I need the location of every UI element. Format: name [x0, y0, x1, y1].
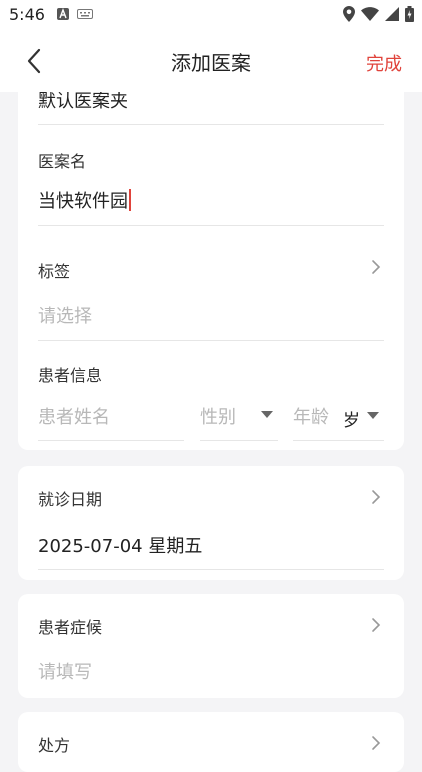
age-unit-select[interactable]: 岁: [343, 406, 360, 431]
status-time: 5:46: [9, 5, 45, 24]
case-name-value: 当快软件园: [38, 191, 128, 212]
divider: [38, 124, 384, 125]
divider: [38, 569, 384, 570]
tags-label: 标签: [38, 262, 71, 281]
gender-dropdown-icon[interactable]: [261, 411, 273, 418]
page-title: 添加医案: [171, 51, 251, 75]
case-info-card: 默认医案夹 医案名 当快软件园 标签 请选择 患者信息 患者姓名 性别 年龄 岁: [18, 92, 404, 450]
status-bar: 5:46: [0, 0, 422, 30]
divider: [38, 440, 184, 441]
app-notification-icon: [57, 8, 69, 20]
wifi-icon: [361, 7, 379, 21]
chevron-right-icon[interactable]: [370, 617, 382, 633]
divider: [293, 440, 384, 441]
patient-name-input[interactable]: 患者姓名: [38, 403, 110, 429]
divider: [38, 340, 384, 341]
navigation-bar: 添加医案 完成: [0, 30, 422, 92]
text-cursor: [129, 189, 131, 211]
symptoms-label: 患者症候: [38, 618, 103, 637]
symptoms-card: 患者症候 请填写: [18, 594, 404, 698]
divider: [200, 440, 278, 441]
location-icon: [343, 6, 355, 22]
divider: [38, 225, 384, 226]
patient-info-label: 患者信息: [38, 366, 103, 385]
tags-select[interactable]: 请选择: [38, 302, 92, 328]
status-system-icons: [343, 6, 414, 22]
prescription-label: 处方: [38, 736, 71, 755]
age-input[interactable]: 年龄: [293, 403, 329, 429]
chevron-right-icon[interactable]: [370, 259, 382, 275]
chevron-right-icon[interactable]: [370, 489, 382, 505]
status-notification-icons: [57, 8, 93, 20]
case-name-input[interactable]: 当快软件园: [38, 187, 131, 213]
signal-icon: [385, 7, 399, 21]
age-unit-dropdown-icon[interactable]: [367, 412, 379, 419]
case-name-label: 医案名: [38, 152, 87, 171]
visit-date-select[interactable]: 2025-07-04 星期五: [38, 532, 202, 558]
keyboard-icon: [77, 9, 93, 19]
prescription-card: 处方: [18, 712, 404, 772]
visit-date-card: 就诊日期 2025-07-04 星期五: [18, 466, 404, 580]
battery-icon: [405, 6, 414, 22]
visit-date-label: 就诊日期: [38, 490, 103, 509]
chevron-right-icon[interactable]: [370, 735, 382, 751]
folder-select[interactable]: 默认医案夹: [38, 92, 128, 113]
gender-select[interactable]: 性别: [200, 403, 236, 429]
done-button[interactable]: 完成: [366, 50, 402, 76]
symptoms-input[interactable]: 请填写: [38, 658, 92, 684]
